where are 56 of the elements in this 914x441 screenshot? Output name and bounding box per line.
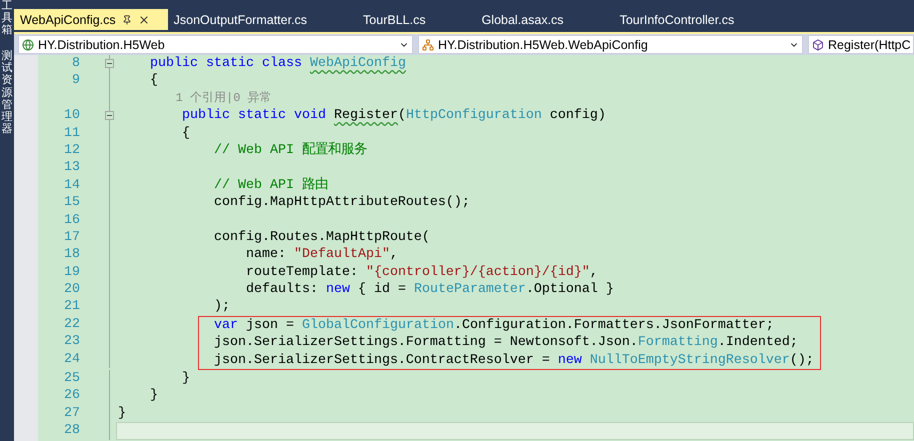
code-line: public static void Register(HttpConfiguration config) [180,108,606,124]
code-line: config.Routes.MapHttpRoute( [212,230,430,245]
line-number: 23 [63,333,80,351]
side-panel-tab[interactable]: 工具箱 [2,0,12,36]
document-tab[interactable]: TourBLL.cs [357,9,476,30]
code-line: name: "DefaultApi", [244,247,398,262]
line-number: 24 [63,350,80,368]
close-icon[interactable] [138,14,150,26]
line-number: 27 [63,404,80,422]
code-line: } [180,371,190,386]
line-number: 12 [63,142,80,160]
code-line: } [148,388,158,404]
code-line: json.SerializerSettings.Formatting = Newtonsoft.Json.Formatting.Indented; [212,335,798,350]
line-number: 14 [63,176,80,194]
line-number: 25 [63,370,80,388]
side-panel-tab[interactable]: 测试资源管理器 [2,50,12,135]
line-number: 20 [63,281,80,298]
document-tab[interactable]: TourInfoController.cs [614,9,784,30]
code-line: public static class WebApiConfig [148,56,406,71]
line-number: 10 [63,107,80,125]
code-line: var json = GlobalConfiguration.Configuration.Formatters.JsonFormatter; [212,318,774,333]
code-line: { [148,73,158,88]
line-number: 9 [71,72,80,90]
code-line: json.SerializerSettings.ContractResolver = new NullToEmptyStringResolver(); [212,352,814,368]
code-line: defaults: new { id = RouteParameter.Optional } [244,282,614,298]
code-line: ); [212,299,230,314]
hierarchy-icon [422,38,434,50]
document-tab[interactable]: WebApiConfig.cs [14,9,168,30]
line-number: 15 [63,194,80,212]
code-line: } [118,406,126,421]
collapse-icon[interactable] [105,111,114,120]
code-line: // Web API 配置和服务 [212,142,367,158]
line-number: 21 [63,298,80,316]
globe-icon [22,38,34,50]
line-number: 18 [63,246,80,264]
cube-icon [812,38,824,50]
line-number: 28 [63,422,80,440]
member-dropdown[interactable]: Register(HttpC [808,35,914,54]
code-line: config.MapHttpAttributeRoutes(); [212,195,470,210]
line-number: 26 [63,387,80,405]
code-line: routeTemplate: "{controller}/{action}/{id}", [244,264,598,280]
line-number: 22 [63,316,80,334]
line-number: 11 [63,124,80,142]
project-dropdown[interactable]: HY.Distribution.H5Web [18,35,413,54]
line-number: 13 [63,159,80,177]
line-number: 8 [71,55,80,72]
line-number: 17 [63,228,80,246]
type-dropdown[interactable]: HY.Distribution.H5Web.WebApiConfig [418,35,803,54]
line-number: 16 [63,212,80,229]
code-line: // Web API 路由 [212,178,328,193]
code-line: { [180,126,190,141]
document-tab[interactable]: JsonOutputFormatter.cs [168,9,358,30]
line-number: 19 [63,264,80,282]
collapse-icon[interactable] [105,59,114,68]
pin-icon[interactable] [122,14,132,24]
document-tab[interactable]: Global.asax.cs [476,9,614,30]
